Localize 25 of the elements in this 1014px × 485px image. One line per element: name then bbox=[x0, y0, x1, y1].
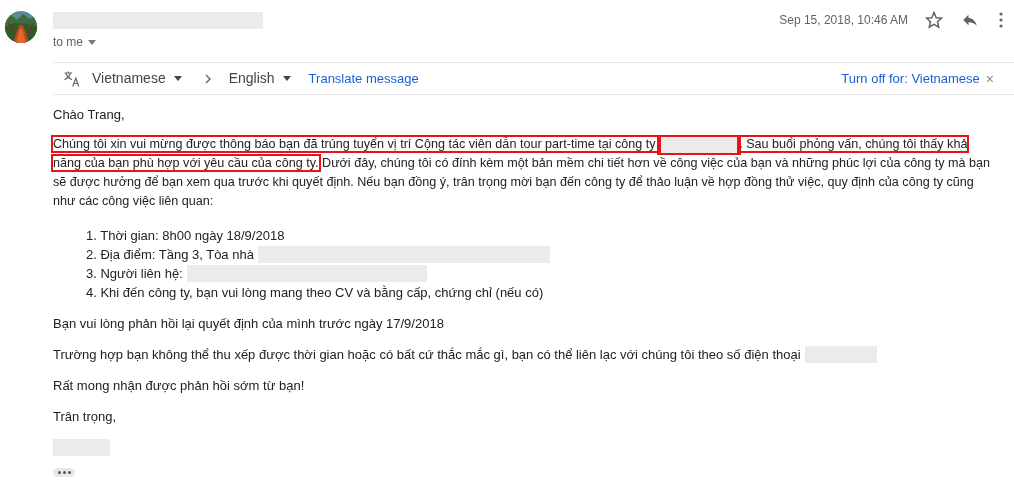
show-trimmed-content-button[interactable] bbox=[53, 468, 75, 477]
body-text: Bạn vui lòng phản hồi lại quyết định của mình trước ngày 17/9/2018 bbox=[53, 315, 444, 333]
turn-off-link[interactable]: Turn off for: Vietnamese bbox=[841, 68, 980, 89]
source-language-dropdown[interactable]: Vietnamese bbox=[92, 68, 182, 89]
date-text: Sep 15, 2018, 10:46 AM bbox=[779, 12, 908, 29]
list-item: 4. Khi đến công ty, bạn vui lòng mang theo CV và bằng cấp, chứng chỉ (nếu có) bbox=[86, 284, 544, 302]
body-paragraph: Chúng tôi xin vui mừng được thông báo bạn đã trúng tuyển vị trí Cộng tác viên dẫn tour part-time tại công ty . Sau buổi phỏng vấn, chúng tôi thấy khả năng của bạn phù hợp với yêu cầu của công ty. Dưới đây, chúng tôi có đính kèm một bản mềm chi tiết hơn về công việc của bạn và những phúc lợi của công ty mà bạn sẽ được hưởng để bạn xem qua trước khi quyết định. Nếu bạn đồng ý, trân trọng mời bạn đến công ty để thảo luận về hợp đồng thử việc, quy định của công ty cũng như các công việc liên quan: bbox=[53, 135, 990, 210]
list-item: 1. Thời gian: 8h00 ngày 18/9/2018 bbox=[86, 227, 285, 245]
body-text: Rất mong nhận được phản hồi sớm từ bạn! bbox=[53, 377, 305, 395]
translate-icon bbox=[63, 69, 81, 88]
greeting-text: Chào Trang, bbox=[53, 106, 126, 124]
close-button[interactable]: × bbox=[985, 71, 994, 86]
body-text: Trường hợp bạn không thể thu xếp được thời gian hoặc có bất cứ thắc mắc gì, bạn có thể liên lạc với chúng tôi theo số điện thoại bbox=[53, 346, 801, 364]
translate-message-link[interactable]: Translate message bbox=[308, 68, 419, 89]
body-text: Trân trọng, bbox=[53, 408, 117, 426]
list-item: 2. Địa điểm: Tầng 3, Tòa nhà bbox=[86, 246, 254, 264]
star-icon bbox=[925, 11, 943, 29]
dropdown-caret-icon bbox=[282, 76, 291, 81]
recipient-dropdown[interactable]: to me bbox=[53, 33, 96, 51]
dropdown-caret-icon bbox=[173, 76, 182, 81]
list-item: 3. Người liên hệ: bbox=[86, 265, 183, 283]
chevron-right-icon bbox=[204, 73, 211, 84]
target-language-dropdown[interactable]: English bbox=[228, 68, 291, 89]
dropdown-caret-icon bbox=[88, 39, 96, 45]
more-vertical-icon bbox=[999, 12, 1003, 28]
